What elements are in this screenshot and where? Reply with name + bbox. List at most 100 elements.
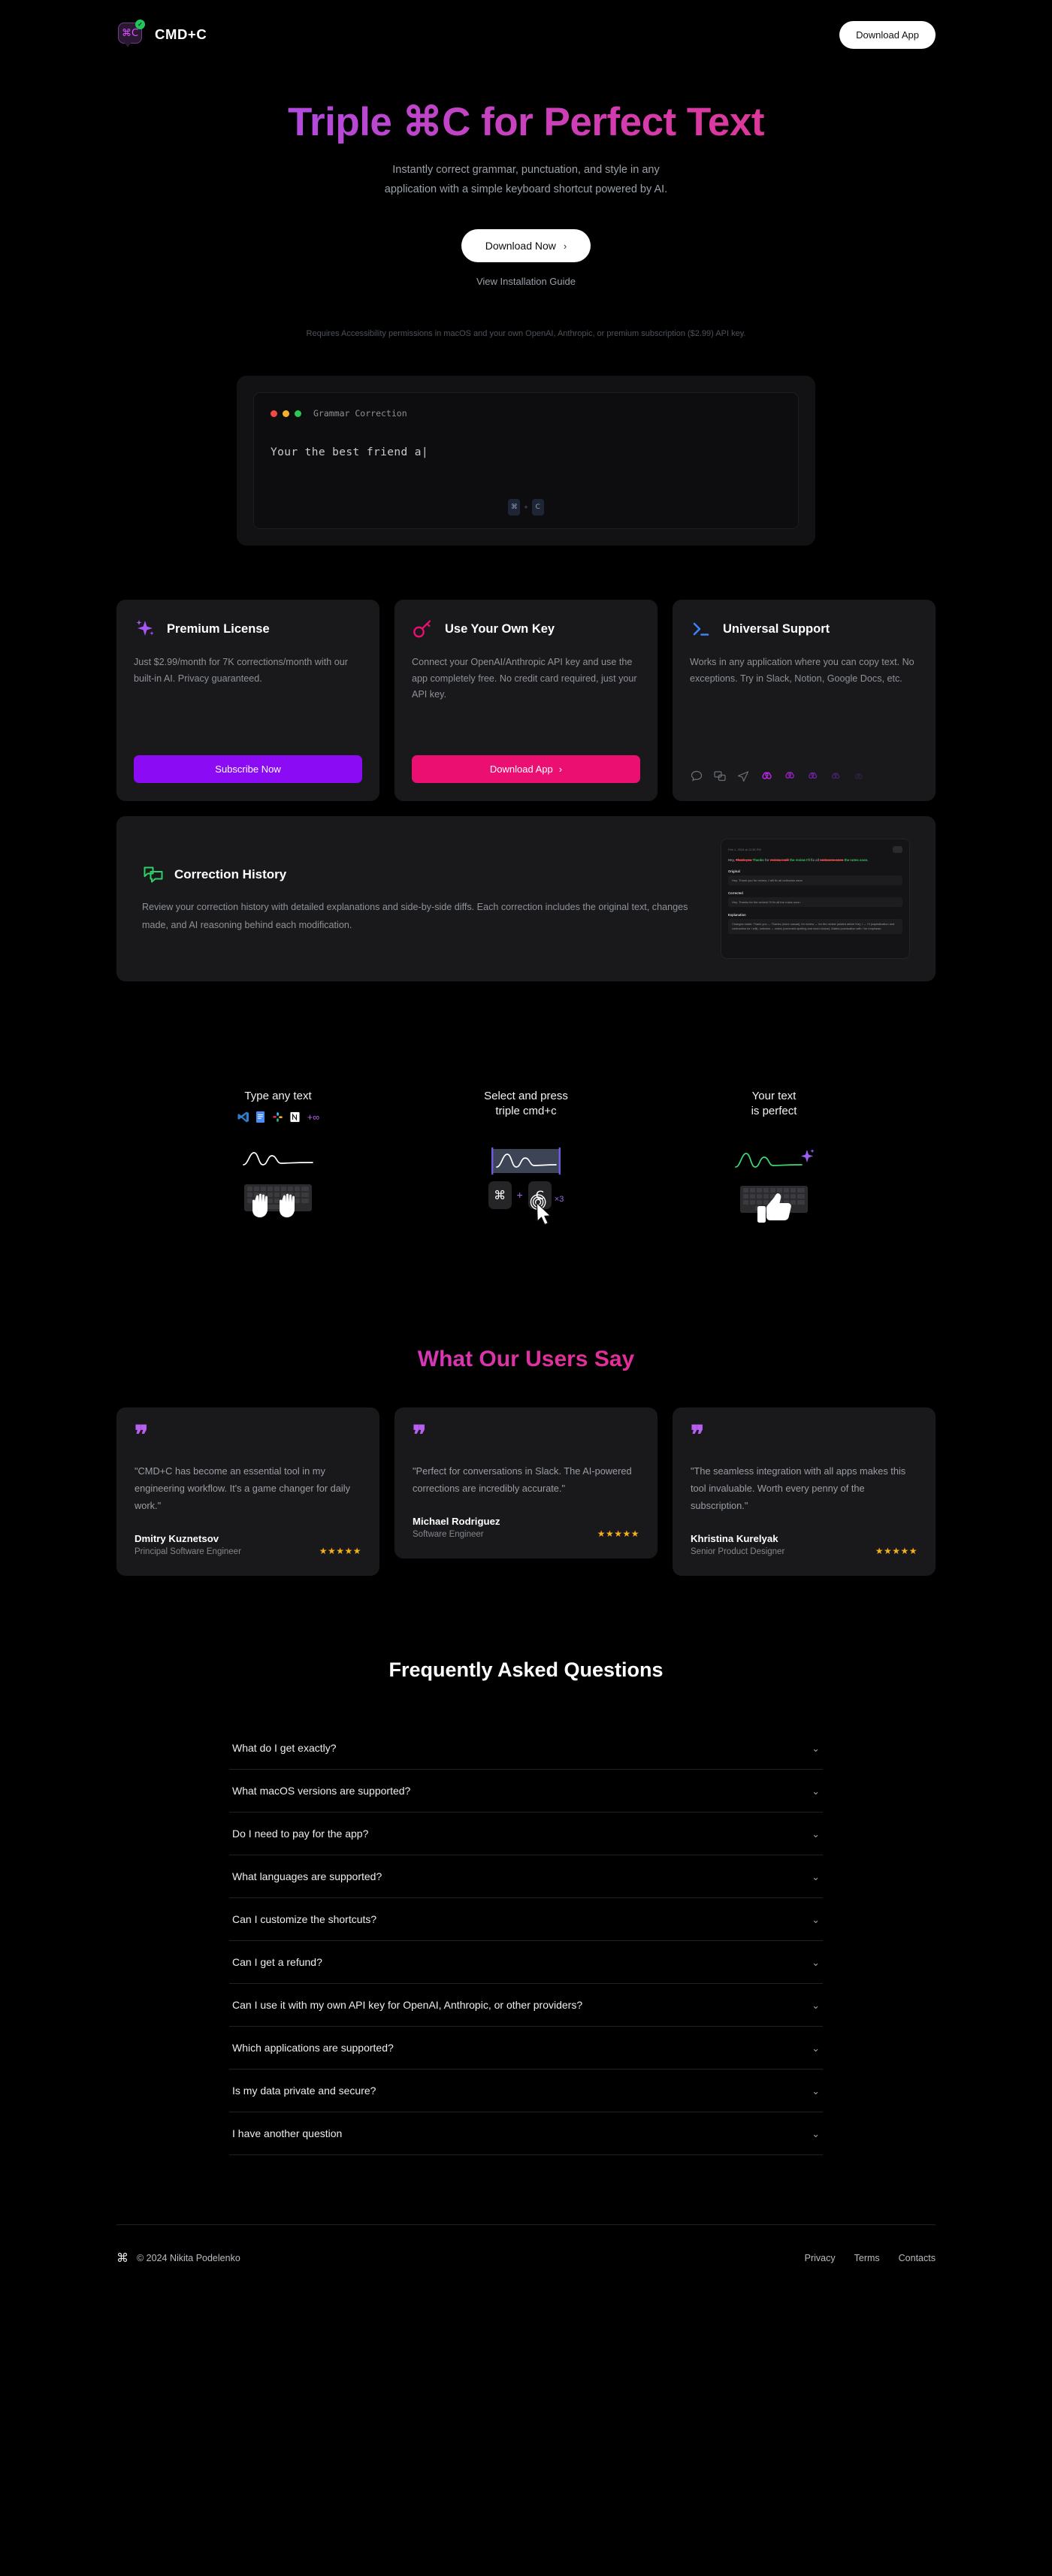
faq-question: Can I get a refund? bbox=[232, 1956, 322, 1969]
diff-insertion-3: the notes soon. bbox=[844, 858, 869, 863]
infinity-icon-4 bbox=[830, 769, 843, 783]
faq-item[interactable]: Can I get a refund? ⌄ bbox=[229, 1941, 823, 1985]
faq-question: What do I get exactly? bbox=[232, 1742, 337, 1755]
testimonial-author: Khristina Kurelyak Senior Product Design… bbox=[691, 1533, 784, 1556]
testimonial-footer: Dmitry Kuznetsov Principal Software Engi… bbox=[135, 1533, 361, 1556]
key-icon bbox=[412, 618, 434, 640]
faq-item[interactable]: Can I customize the shortcuts? ⌄ bbox=[229, 1898, 823, 1942]
step-title: Type any text bbox=[203, 1089, 353, 1104]
maximize-dot-icon[interactable] bbox=[295, 410, 301, 417]
step-squiggle-plain bbox=[203, 1142, 353, 1177]
feature-card-use-your-own-key: Use Your Own Key Connect your OpenAI/Ant… bbox=[394, 600, 658, 802]
diff-deletion-3: notioсеѕѕ asоn bbox=[820, 858, 844, 863]
faq-question: What languages are supported? bbox=[232, 1870, 382, 1883]
feature-description: Connect your OpenAI/Anthropic API key an… bbox=[412, 657, 637, 700]
download-now-button[interactable]: Download Now › bbox=[461, 229, 591, 263]
chevron-down-icon: ⌄ bbox=[812, 1956, 820, 1968]
faq-list: What do I get exactly? ⌄ What macOS vers… bbox=[229, 1727, 823, 2156]
testimonial-card: ❞ "Perfect for conversations in Slack. T… bbox=[394, 1407, 658, 1559]
step-squiggle-selected bbox=[451, 1144, 601, 1178]
faq-item[interactable]: What do I get exactly? ⌄ bbox=[229, 1727, 823, 1770]
footer-link-terms[interactable]: Terms bbox=[854, 2253, 880, 2263]
step-title-line-1: Type any text bbox=[244, 1090, 312, 1103]
notion-icon bbox=[289, 1111, 301, 1123]
faq-question: What macOS versions are supported? bbox=[232, 1785, 411, 1797]
faq-item[interactable]: Is my data private and secure? ⌄ bbox=[229, 2070, 823, 2113]
correction-history-title: Correction History bbox=[174, 867, 287, 882]
testimonial-role: Software Engineer bbox=[413, 1530, 484, 1540]
step-type-any-text: Type any text +∞ bbox=[203, 1089, 353, 1235]
page-title: Triple ⌘C for Perfect Text bbox=[0, 100, 1052, 144]
feature-title: Universal Support bbox=[723, 621, 830, 636]
faq-item[interactable]: Do I need to pay for the app? ⌄ bbox=[229, 1813, 823, 1856]
cmd-keycap[interactable]: ⌘ bbox=[488, 1181, 512, 1209]
faq-item[interactable]: Which applications are supported? ⌄ bbox=[229, 2027, 823, 2070]
check-badge-icon: ✓ bbox=[135, 20, 145, 29]
tap-cursor-icon bbox=[530, 1193, 551, 1225]
step-title-line-1: Your text bbox=[751, 1090, 797, 1103]
card-download-app-button[interactable]: Download App › bbox=[412, 755, 640, 784]
header-download-app-button[interactable]: Download App bbox=[839, 20, 936, 49]
testimonial-quote: "The seamless integration with all apps … bbox=[691, 1465, 906, 1512]
brand-logo[interactable]: ⌘C ✓ CMD+C bbox=[116, 20, 207, 50]
footer-link-contacts[interactable]: Contacts bbox=[899, 2253, 936, 2263]
faq-item[interactable]: What languages are supported? ⌄ bbox=[229, 1855, 823, 1899]
rating-stars: ★★★★★ bbox=[319, 1546, 361, 1557]
google-docs-icon bbox=[254, 1111, 267, 1123]
hero-subtitle-line-2: application with a simple keyboard short… bbox=[384, 183, 668, 195]
chevron-down-icon: ⌄ bbox=[812, 2127, 820, 2139]
chevron-down-icon: ⌄ bbox=[812, 1913, 820, 1925]
screenshot-top-row: Feb 1, 2024 at 11:36 PM bbox=[728, 846, 902, 854]
minimize-dot-icon[interactable] bbox=[283, 410, 289, 417]
text-caret: | bbox=[421, 446, 428, 459]
chevron-down-icon: ⌄ bbox=[812, 1870, 820, 1882]
subscribe-now-button[interactable]: Subscribe Now bbox=[134, 755, 362, 784]
testimonial-footer: Michael Rodriguez Software Engineer ★★★★… bbox=[413, 1516, 639, 1539]
testimonial-card: ❞ "The seamless integration with all app… bbox=[673, 1407, 936, 1577]
hero-subtitle: Instantly correct grammar, punctuation, … bbox=[0, 161, 1052, 199]
card-download-app-label: Download App bbox=[489, 763, 553, 776]
close-dot-icon[interactable] bbox=[271, 410, 277, 417]
step-keycaps: ⌘ + C ×3 bbox=[451, 1181, 601, 1235]
faq-item[interactable]: Can I use it with my own API key for Ope… bbox=[229, 1984, 823, 2027]
hero-subtitle-line-1: Instantly correct grammar, punctuation, … bbox=[392, 164, 660, 177]
label-explanation: Explanation bbox=[728, 912, 746, 917]
feature-header: Universal Support bbox=[690, 618, 918, 640]
chevron-down-icon: ⌄ bbox=[812, 1742, 820, 1754]
correction-history-screenshot: Feb 1, 2024 at 11:36 PM Hey, Thank you T… bbox=[721, 839, 910, 960]
step-keyboard-hands bbox=[203, 1180, 353, 1234]
testimonial-name: Khristina Kurelyak bbox=[691, 1533, 778, 1545]
step-title: Select and press triple cmd+c bbox=[451, 1089, 601, 1120]
slack-icon bbox=[271, 1111, 284, 1123]
terminal-prompt-icon bbox=[690, 618, 712, 640]
footer-link-privacy[interactable]: Privacy bbox=[805, 2253, 836, 2263]
faq-question: Which applications are supported? bbox=[232, 2042, 394, 2054]
chevron-down-icon: ⌄ bbox=[812, 1785, 820, 1797]
diff-deletion-2: review, i will bbox=[769, 858, 789, 863]
feature-cards: Premium License Just $2.99/month for 7K … bbox=[116, 600, 936, 802]
rating-stars: ★★★★★ bbox=[597, 1528, 639, 1540]
hero-section: Triple ⌘C for Perfect Text Instantly cor… bbox=[0, 69, 1052, 338]
faq-item[interactable]: What macOS versions are supported? ⌄ bbox=[229, 1770, 823, 1813]
diff-deletion-1: Thank you bbox=[735, 858, 752, 863]
site-header: ⌘C ✓ CMD+C Download App bbox=[0, 0, 1052, 69]
feature-title: Premium License bbox=[167, 621, 270, 636]
quote-icon: ❞ bbox=[135, 1420, 148, 1450]
faq-question: Can I customize the shortcuts? bbox=[232, 1913, 377, 1926]
copy-button-thumb[interactable] bbox=[893, 846, 902, 854]
feature-header: Use Your Own Key bbox=[412, 618, 640, 640]
quote-icon: ❞ bbox=[691, 1420, 704, 1450]
testimonials-title: What Our Users Say bbox=[116, 1347, 936, 1372]
step-title: Your text is perfect bbox=[699, 1089, 849, 1120]
step-select-and-press: Select and press triple cmd+c ⌘ + C ×3 bbox=[451, 1089, 601, 1235]
how-it-works-steps: Type any text +∞ Select and press triple… bbox=[0, 1089, 1052, 1235]
faq-question: I have another question bbox=[232, 2127, 343, 2140]
diff-mid-1: for bbox=[763, 858, 770, 863]
demo-shortcut-hint: ⌘ + C bbox=[254, 499, 798, 516]
diff-preview: Hey, Thank you Thanks for review, i will… bbox=[728, 858, 902, 863]
infinity-icon-2 bbox=[783, 769, 797, 783]
faq-question: Do I need to pay for the app? bbox=[232, 1828, 369, 1840]
footer-links: Privacy Terms Contacts bbox=[805, 2253, 936, 2263]
faq-item[interactable]: I have another question ⌄ bbox=[229, 2112, 823, 2156]
view-installation-guide-link[interactable]: View Installation Guide bbox=[476, 276, 576, 287]
